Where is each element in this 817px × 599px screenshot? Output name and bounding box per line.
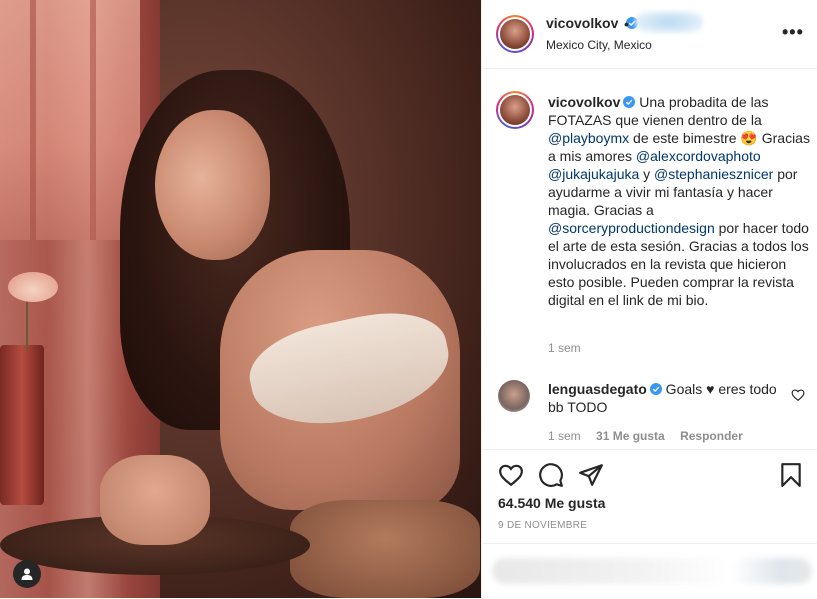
photo-vase [0,345,44,505]
comment: lenguasdegato Goals ♥ eres todo bb TODO [548,380,778,416]
caption-text: Una probadita de las FOTAZAS que vienen … [548,94,810,308]
avatar[interactable] [496,15,534,53]
post-header: vicovolkov • Mexico City, Mexico ••• [482,0,817,69]
caption-text-part: y [639,166,655,182]
photo-face [155,110,270,260]
comment-avatar[interactable] [498,380,530,412]
photo-flower-stem [26,300,28,350]
post-date[interactable]: 9 DE NOVIEMBRE [498,520,587,531]
header-username[interactable]: vicovolkov [546,15,618,31]
comment-username[interactable]: lenguasdegato [548,381,647,397]
comment-input-blurred[interactable] [492,558,732,584]
user-tag-icon[interactable] [13,560,41,588]
mention-link[interactable]: @jukajukajuka [548,166,639,182]
verified-badge-icon [649,383,662,395]
mention-link[interactable]: @playboymx [548,130,629,146]
comment-likes[interactable]: 31 Me gusta [596,429,665,443]
heart-icon[interactable] [498,462,524,488]
caption-avatar[interactable] [496,91,534,129]
comment-meta: 1 sem 31 Me gusta Responder [548,429,755,443]
mention-link[interactable]: @stephaniesznicer [654,166,773,182]
verified-badge-icon [623,96,636,108]
post-location[interactable]: Mexico City, Mexico [546,38,652,52]
share-icon[interactable] [578,462,604,488]
post-sidebar: vicovolkov • Mexico City, Mexico ••• vic… [481,0,817,598]
separator-dot: • [624,16,629,32]
mention-link[interactable]: @alexcordovaphoto [636,148,761,164]
post-actions: 64.540 Me gusta 9 DE NOVIEMBRE [482,449,817,550]
photo-hands [100,455,210,545]
comment-icon[interactable] [538,462,564,488]
caption-timestamp[interactable]: 1 sem [548,341,581,355]
follow-button-blurred[interactable] [635,11,703,33]
photo-flower [8,272,58,302]
comment-like-heart-icon[interactable] [791,388,805,402]
photo-chair [290,500,480,598]
more-options-icon[interactable]: ••• [782,22,804,43]
bookmark-icon[interactable] [778,462,804,488]
post-photo[interactable] [0,0,481,598]
publish-button-blurred[interactable] [732,558,812,584]
reply-button[interactable]: Responder [680,429,743,443]
caption-username[interactable]: vicovolkov [548,94,620,110]
photo-window [0,0,140,240]
comment-timestamp[interactable]: 1 sem [548,429,581,443]
add-comment-bar[interactable] [482,543,817,599]
mention-link[interactable]: @sorceryproductiondesign [548,220,715,236]
post-caption: vicovolkov Una probadita de las FOTAZAS … [548,93,810,309]
likes-count[interactable]: 64.540 Me gusta [498,495,605,511]
